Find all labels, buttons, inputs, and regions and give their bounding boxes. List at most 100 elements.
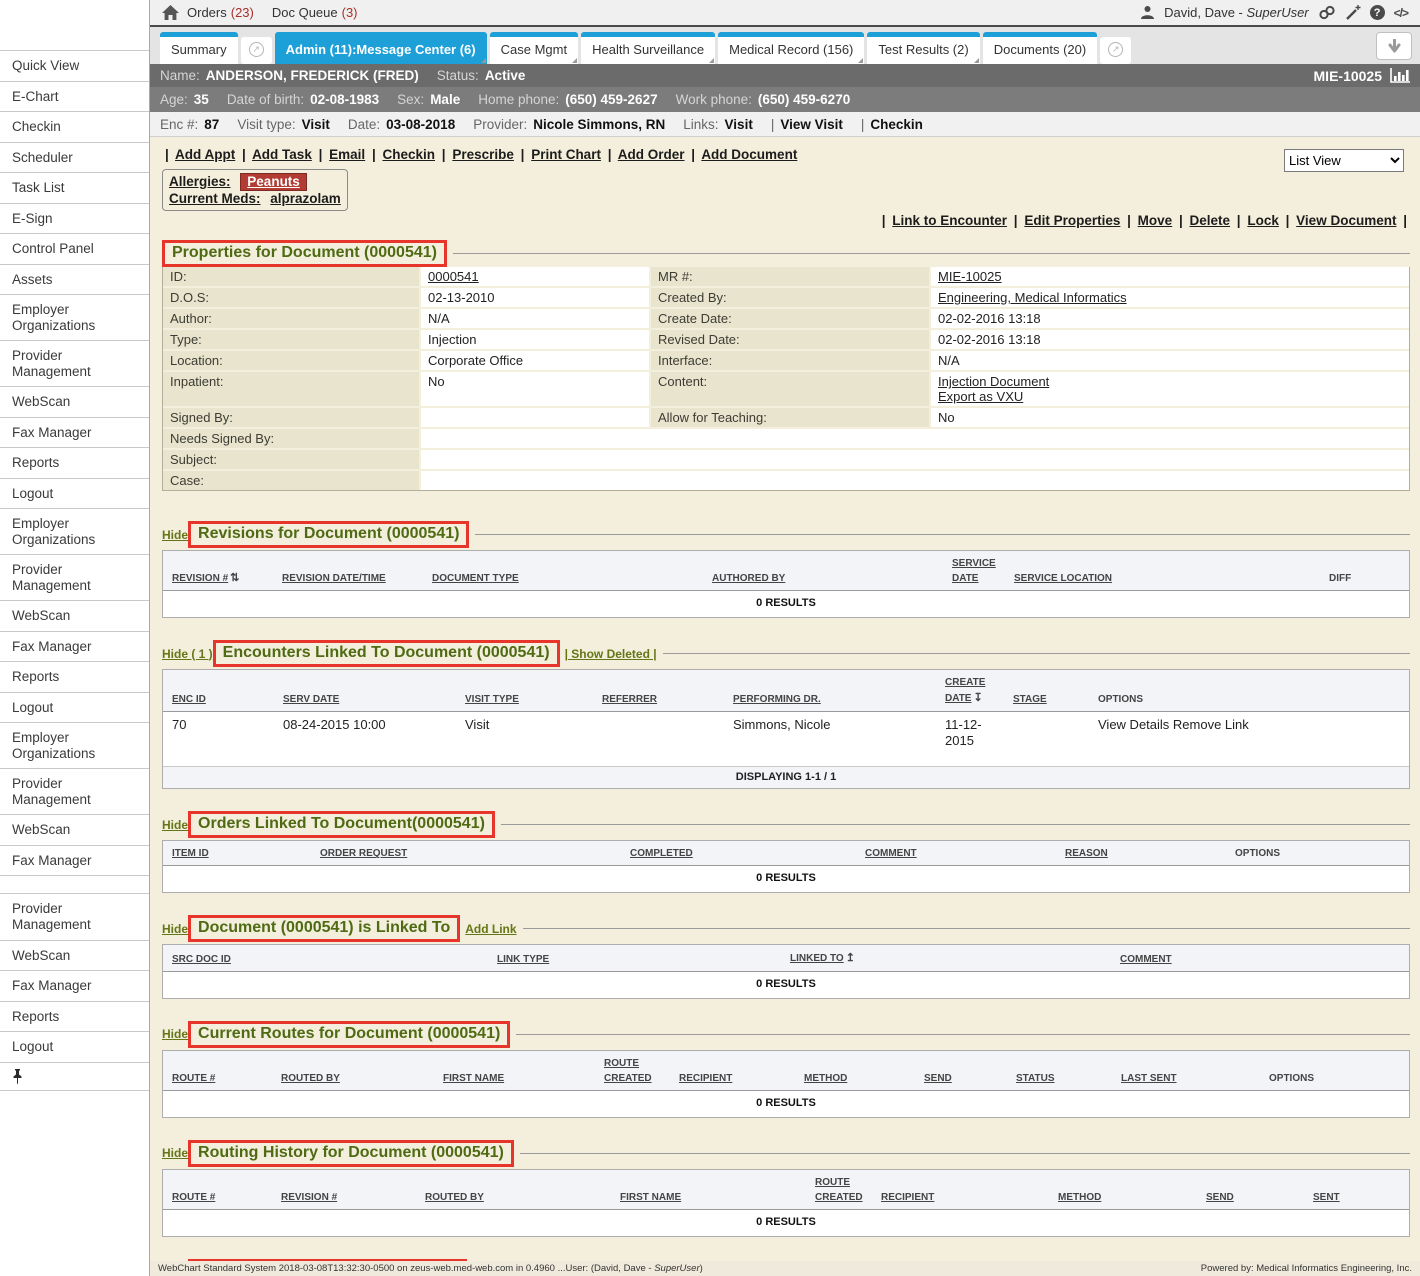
sidebar-item-quick-view[interactable]: Quick View	[0, 50, 149, 81]
sidebar-item-reports[interactable]: Reports	[0, 1001, 149, 1032]
sidebar-item-provider-management[interactable]: Provider Management	[0, 768, 149, 814]
column-header[interactable]: DOCUMENT TYPE	[423, 571, 703, 586]
column-header[interactable]: ENC ID	[163, 692, 274, 707]
column-header[interactable]: ORDER REQUEST	[311, 846, 621, 861]
column-header[interactable]: METHOD	[795, 1071, 915, 1086]
column-header[interactable]: LAST SENT	[1112, 1071, 1260, 1086]
column-header[interactable]: ROUTED BY	[416, 1190, 611, 1205]
email-link[interactable]: Email	[329, 147, 365, 162]
column-header[interactable]: COMMENT	[1111, 952, 1409, 967]
chart-stats-icon[interactable]	[1390, 68, 1410, 83]
sidebar-item-e-chart[interactable]: E-Chart	[0, 81, 149, 112]
sidebar-item-provider-management[interactable]: Provider Management	[0, 554, 149, 600]
med-alprazolam-link[interactable]: alprazolam	[270, 191, 341, 206]
sidebar-item-provider-management[interactable]: Provider Management	[0, 340, 149, 386]
column-header[interactable]: REVISION #⇅	[163, 570, 273, 587]
sidebar-item-logout[interactable]: Logout	[0, 692, 149, 723]
mrn-link[interactable]: MIE-10025	[938, 269, 1002, 284]
sidebar-item-checkin[interactable]: Checkin	[0, 111, 149, 142]
edit-properties-link[interactable]: Edit Properties	[1024, 213, 1120, 228]
add-task-link[interactable]: Add Task	[252, 147, 312, 162]
hide-link[interactable]: Hide	[162, 1146, 188, 1160]
column-header[interactable]: COMPLETED	[621, 846, 856, 861]
encounter-row[interactable]: 70 08-24-2015 10:00 Visit Simmons, Nicol…	[163, 712, 1409, 767]
visit-link[interactable]: Visit	[725, 117, 753, 132]
column-header[interactable]: LINK TYPE	[488, 952, 781, 967]
created-by-link[interactable]: Engineering, Medical Informatics	[938, 290, 1127, 305]
hide-link[interactable]: Hide	[162, 818, 188, 832]
sidebar-item-logout[interactable]: Logout	[0, 478, 149, 509]
sidebar-item-employer-organizations[interactable]: Employer Organizations	[0, 294, 149, 340]
column-header[interactable]: METHOD	[1049, 1190, 1197, 1205]
current-user[interactable]: David, Dave - SuperUser	[1164, 5, 1309, 20]
sidebar-item-reports[interactable]: Reports	[0, 447, 149, 478]
link-chain-icon[interactable]	[1318, 5, 1336, 20]
column-header[interactable]: SERVICE LOCATION	[1005, 571, 1320, 586]
column-header[interactable]: ITEM ID	[163, 846, 311, 861]
column-header[interactable]: ROUTE CREATED	[595, 1056, 670, 1086]
add-document-link[interactable]: Add Document	[701, 147, 797, 162]
code-icon[interactable]: </>	[1394, 6, 1408, 20]
column-header[interactable]: SERVICE DATE	[943, 556, 1005, 586]
sidebar-item-provider-management[interactable]: Provider Management	[0, 893, 149, 939]
options-cell[interactable]: View Details Remove Link	[1089, 712, 1409, 767]
magic-wand-icon[interactable]	[1345, 5, 1361, 20]
sidebar-item-fax-manager[interactable]: Fax Manager	[0, 845, 149, 876]
hide-link[interactable]: Hide	[162, 528, 188, 542]
column-header[interactable]: LINKED TO↥	[781, 950, 1111, 967]
sidebar-item-fax-manager[interactable]: Fax Manager	[0, 970, 149, 1001]
tab-admin-message-center[interactable]: Admin (11):Message Center (6)	[275, 32, 487, 64]
view-document-link[interactable]: View Document	[1296, 213, 1396, 228]
column-header[interactable]: FIRST NAME	[611, 1190, 806, 1205]
checkin-link[interactable]: Checkin	[870, 117, 923, 132]
column-header[interactable]: AUTHORED BY	[703, 571, 943, 586]
sidebar-item-task-list[interactable]: Task List	[0, 172, 149, 203]
column-header[interactable]: RECIPIENT	[670, 1071, 795, 1086]
add-appt-link[interactable]: Add Appt	[175, 147, 235, 162]
tab-documents[interactable]: Documents (20)	[983, 32, 1097, 64]
tab-case-mgmt[interactable]: Case Mgmt	[490, 32, 578, 64]
help-icon[interactable]: ?	[1370, 5, 1385, 20]
documents-popout-button[interactable]: ↗	[1100, 37, 1131, 64]
column-header[interactable]: SEND	[1197, 1190, 1304, 1205]
column-header[interactable]: SEND	[915, 1071, 1007, 1086]
print-chart-link[interactable]: Print Chart	[531, 147, 601, 162]
sidebar-item-webscan[interactable]: WebScan	[0, 940, 149, 971]
column-header[interactable]: COMMENT	[856, 846, 1056, 861]
injection-document-link[interactable]: Injection Document	[938, 374, 1049, 389]
sidebar-item-fax-manager[interactable]: Fax Manager	[0, 631, 149, 662]
allergy-peanuts-link[interactable]: Peanuts	[240, 173, 307, 191]
column-header[interactable]: FIRST NAME	[434, 1071, 595, 1086]
sidebar-item-reports[interactable]: Reports	[0, 661, 149, 692]
sidebar-item-webscan[interactable]: WebScan	[0, 814, 149, 845]
move-link[interactable]: Move	[1138, 213, 1173, 228]
tab-summary[interactable]: Summary	[160, 32, 238, 64]
column-header[interactable]: ROUTED BY	[272, 1071, 434, 1086]
column-header[interactable]: REVISION DATE/TIME	[273, 571, 423, 586]
column-header[interactable]: SENT	[1304, 1190, 1409, 1205]
column-header[interactable]: ROUTE #	[163, 1190, 272, 1205]
sidebar-item-fax-manager[interactable]: Fax Manager	[0, 417, 149, 448]
prescribe-link[interactable]: Prescribe	[452, 147, 514, 162]
column-header[interactable]: SERV DATE	[274, 692, 456, 707]
allergies-link[interactable]: Allergies:	[169, 174, 231, 189]
sidebar-item-control-panel[interactable]: Control Panel	[0, 233, 149, 264]
column-header[interactable]: SRC DOC ID	[163, 952, 488, 967]
orders-link[interactable]: Orders (23)	[187, 5, 254, 20]
sidebar-item-scheduler[interactable]: Scheduler	[0, 142, 149, 173]
lock-link[interactable]: Lock	[1247, 213, 1279, 228]
column-header[interactable]: REASON	[1056, 846, 1226, 861]
sidebar-item-assets[interactable]: Assets	[0, 264, 149, 295]
doc-queue-link[interactable]: Doc Queue (3)	[272, 5, 358, 20]
sidebar-item-webscan[interactable]: WebScan	[0, 600, 149, 631]
tab-medical-record[interactable]: Medical Record (156)	[718, 32, 864, 64]
home-icon[interactable]	[162, 5, 179, 20]
sidebar-pin-button[interactable]	[0, 1062, 149, 1091]
column-header[interactable]: REFERRER	[593, 692, 724, 707]
sidebar-item-employer-organizations[interactable]: Employer Organizations	[0, 508, 149, 554]
link-to-encounter-link[interactable]: Link to Encounter	[892, 213, 1007, 228]
hide-link[interactable]: Hide ( 1 )	[162, 647, 213, 661]
sidebar-item-logout[interactable]: Logout	[0, 1031, 149, 1062]
column-header[interactable]: ROUTE CREATED	[806, 1175, 872, 1205]
summary-popout-button[interactable]: ↗	[241, 37, 272, 64]
